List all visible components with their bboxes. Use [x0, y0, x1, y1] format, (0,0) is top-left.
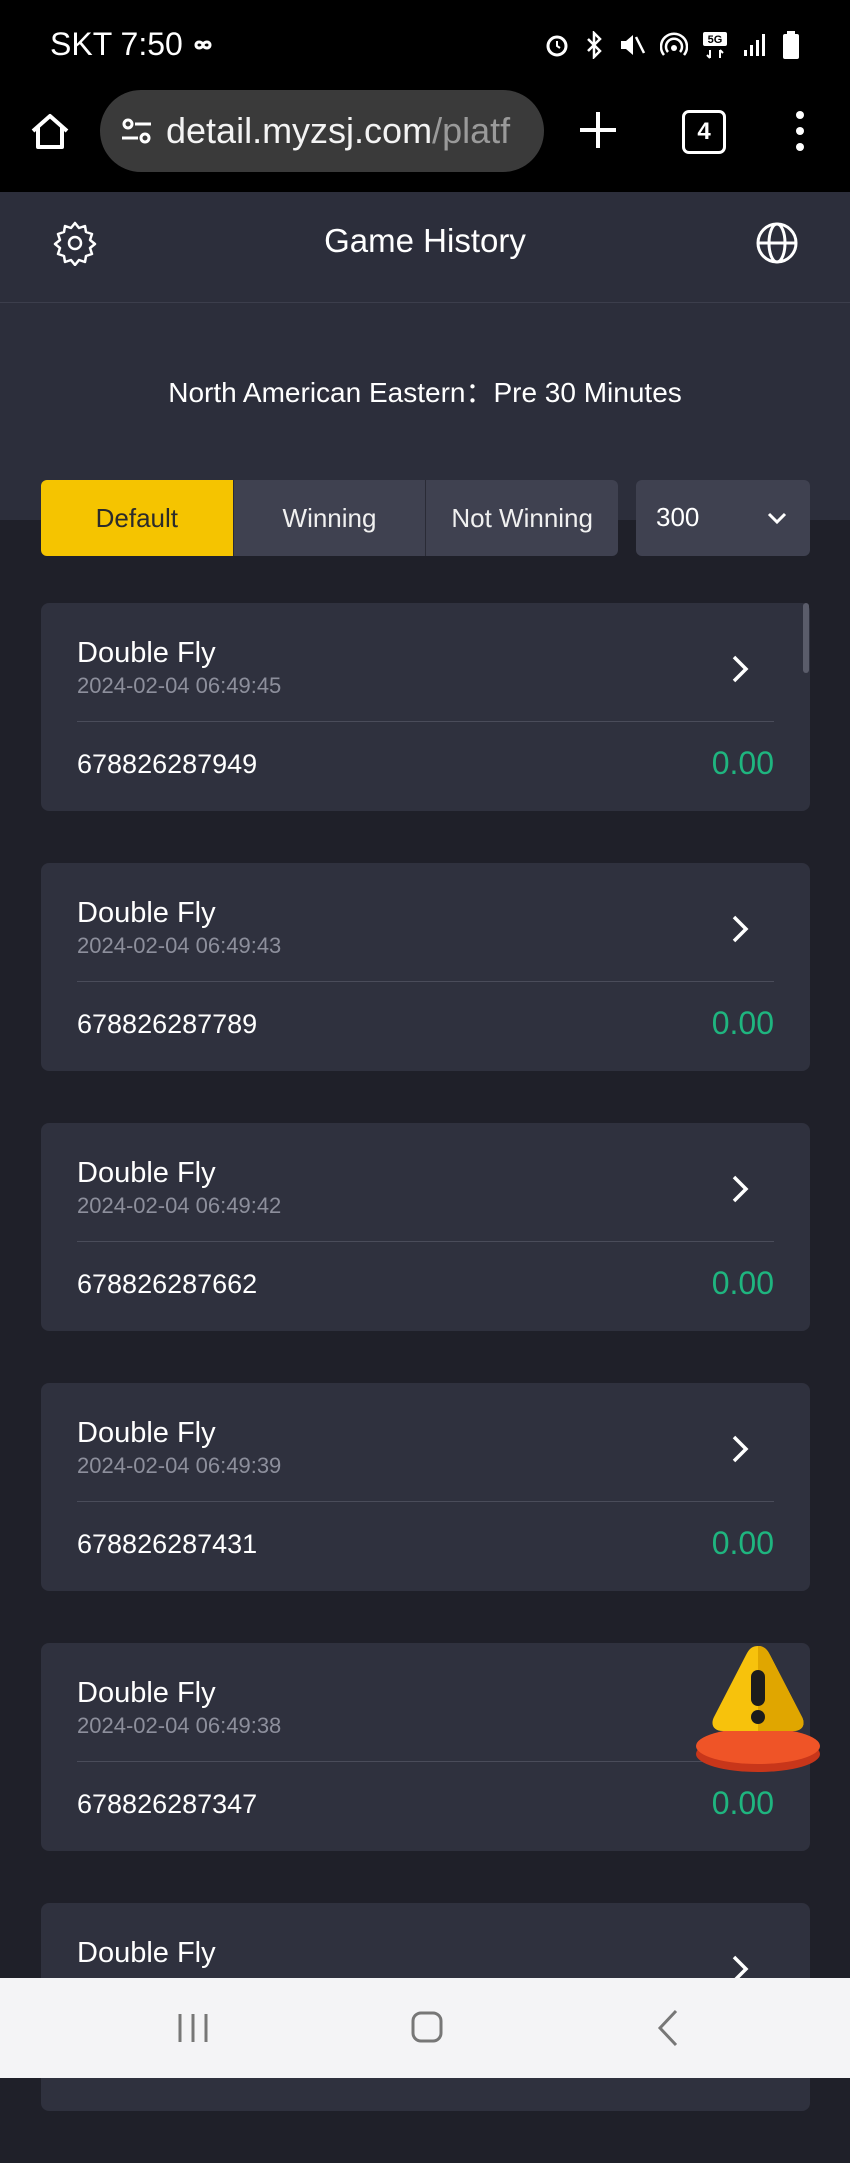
site-settings-icon[interactable] — [118, 112, 156, 150]
game-history-list: Double Fly 2024-02-04 06:49:45 678826287… — [41, 603, 810, 2163]
record-game-name: Double Fly — [77, 1417, 216, 1449]
history-record[interactable]: Double Fly 2024-02-04 06:49:39 678826287… — [41, 1383, 810, 1591]
record-id: 678826287431 — [77, 1529, 258, 1559]
divider — [77, 1241, 774, 1242]
filter-default[interactable]: Default — [41, 480, 233, 556]
divider — [77, 981, 774, 982]
hotspot-icon — [660, 32, 688, 56]
record-amount: 0.00 — [711, 745, 774, 781]
chevron-right-icon[interactable] — [729, 653, 753, 685]
bluetooth-icon — [587, 31, 602, 59]
status-bar: SKT 7:50 5G — [0, 0, 850, 90]
chevron-right-icon[interactable] — [729, 1433, 753, 1465]
history-record[interactable]: Double Fly 2024-02-04 06:49:42 678826287… — [41, 1123, 810, 1331]
alarm-icon — [546, 35, 568, 57]
record-count-select[interactable]: 300 — [636, 480, 810, 556]
scrollbar-thumb[interactable] — [803, 603, 809, 673]
record-time: 2024-02-04 06:49:38 — [77, 1713, 282, 1738]
record-id: 678826287789 — [77, 1009, 258, 1039]
url-path: /platf — [432, 110, 511, 151]
record-time: 2024-02-04 06:49:45 — [77, 673, 282, 698]
chevron-down-icon — [767, 512, 787, 525]
divider — [77, 1501, 774, 1502]
chevron-right-icon[interactable] — [729, 913, 753, 945]
infinity-icon — [194, 40, 212, 50]
record-id: 678826287949 — [77, 749, 258, 779]
svg-text:5G: 5G — [708, 34, 723, 46]
more-menu-icon[interactable] — [784, 108, 816, 154]
page-title: Game History — [324, 222, 526, 259]
record-amount: 0.00 — [711, 1265, 774, 1301]
record-id: 678826287347 — [77, 1789, 258, 1819]
record-game-name: Double Fly — [77, 637, 216, 669]
5g-icon: 5G — [703, 32, 727, 59]
status-time: SKT 7:50 — [50, 26, 183, 62]
record-time: 2024-02-04 06:49:43 — [77, 933, 282, 958]
home-nav-icon[interactable] — [410, 2010, 444, 2044]
recents-icon[interactable] — [176, 2012, 210, 2044]
url-host: detail.myzsj.com — [166, 110, 433, 151]
back-icon[interactable] — [656, 2008, 680, 2048]
divider — [77, 1761, 774, 1762]
app-header: Game History — [0, 192, 850, 303]
battery-icon — [783, 31, 799, 59]
history-record[interactable]: Double Fly 2024-02-04 06:49:43 678826287… — [41, 863, 810, 1071]
result-filter-tabs: Default Winning Not Winning — [41, 480, 618, 556]
record-count-value: 300 — [656, 502, 700, 532]
record-game-name: Double Fly — [77, 1937, 216, 1969]
status-icons: 5G — [544, 30, 800, 60]
browser-toolbar: detail.myzsj.com/platf 4 — [0, 90, 850, 192]
record-time: 2024-02-04 06:49:39 — [77, 1453, 282, 1478]
url-text: detail.myzsj.com/platf — [166, 110, 510, 152]
record-amount: 0.00 — [711, 1005, 774, 1041]
mute-icon — [621, 35, 646, 55]
tab-switcher-button[interactable]: 4 — [682, 110, 726, 154]
record-id: 678826287662 — [77, 1269, 258, 1299]
record-amount: 0.00 — [711, 1785, 774, 1821]
timezone-text: North American Eastern：Pre 30 Minutes — [168, 377, 682, 408]
system-nav-bar — [0, 1978, 850, 2078]
signal-icon — [744, 34, 765, 56]
new-tab-icon[interactable] — [576, 108, 620, 152]
globe-icon[interactable] — [754, 220, 800, 266]
record-game-name: Double Fly — [77, 897, 216, 929]
home-icon[interactable] — [28, 110, 72, 154]
warning-icon[interactable] — [695, 1642, 821, 1774]
history-record[interactable]: Double Fly 2024-02-04 06:49:45 678826287… — [41, 603, 810, 811]
record-time: 2024-02-04 06:49:42 — [77, 1193, 282, 1218]
record-amount: 0.00 — [711, 1525, 774, 1561]
record-game-name: Double Fly — [77, 1677, 216, 1709]
record-game-name: Double Fly — [77, 1157, 216, 1189]
chevron-right-icon[interactable] — [729, 1173, 753, 1205]
filter-not-winning[interactable]: Not Winning — [425, 480, 618, 556]
divider — [77, 721, 774, 722]
filter-winning[interactable]: Winning — [232, 480, 426, 556]
address-bar[interactable]: detail.myzsj.com/platf — [100, 90, 544, 172]
